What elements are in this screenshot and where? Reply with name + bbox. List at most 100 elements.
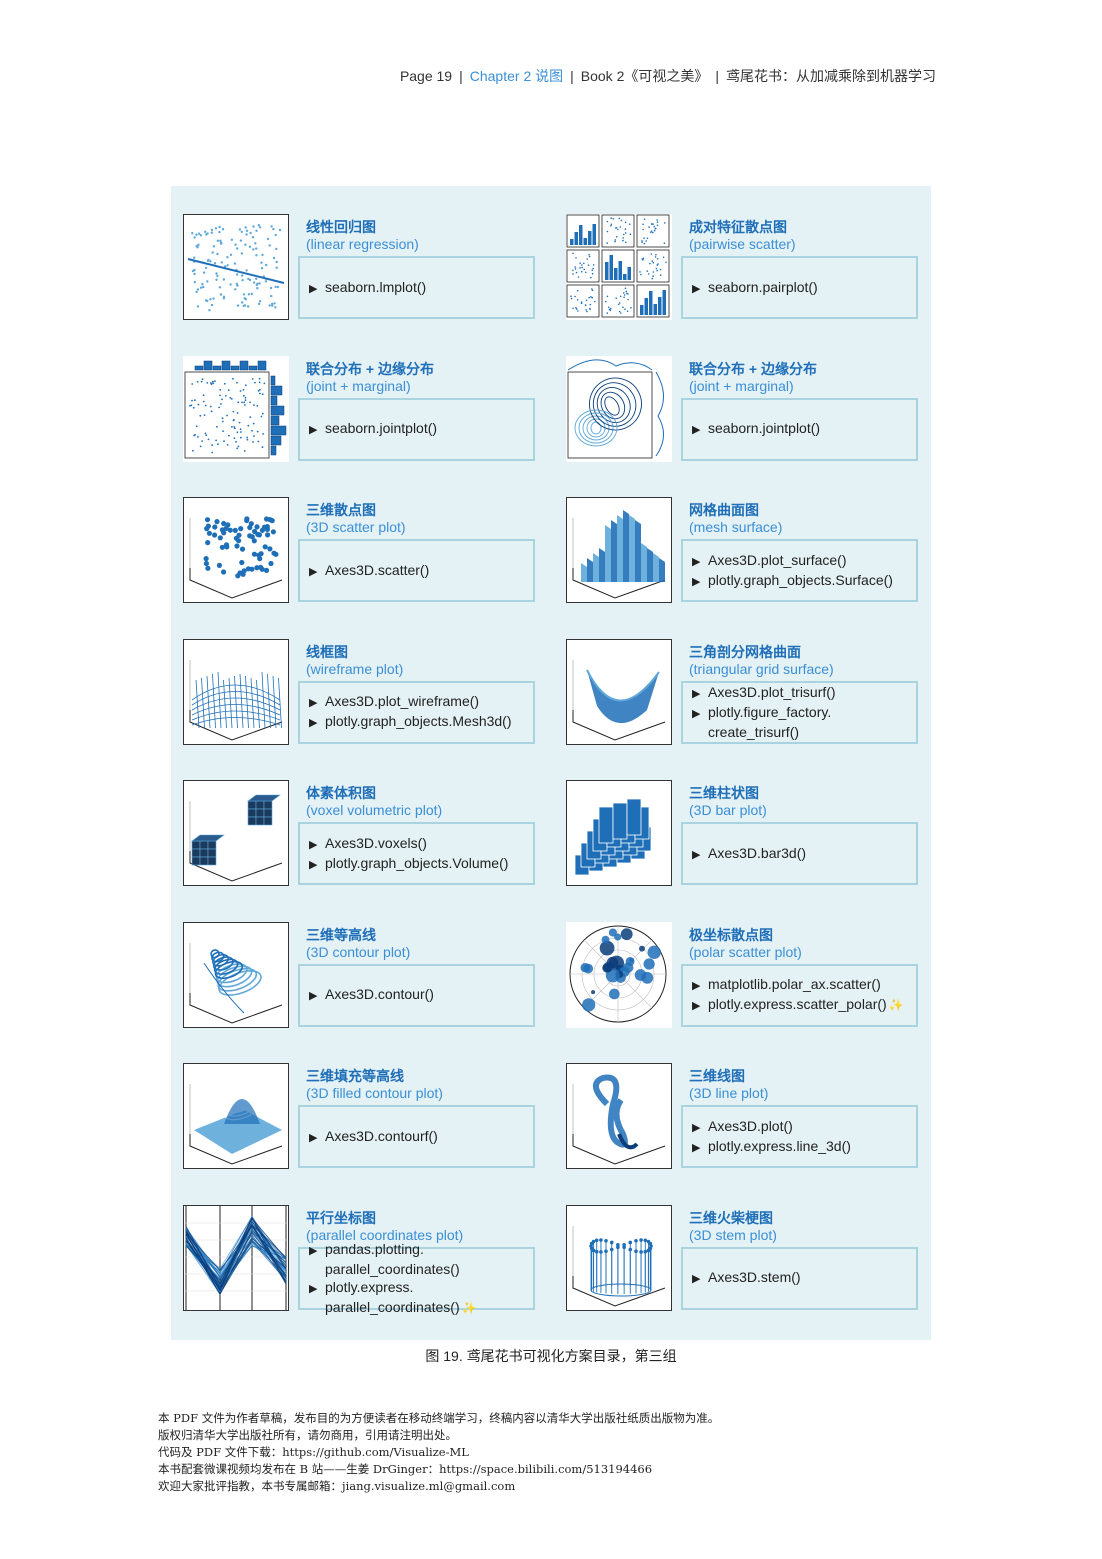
bullet-arrow-icon: ▶ bbox=[692, 282, 701, 295]
item-title-en: (3D stem plot) bbox=[689, 1226, 777, 1243]
footer-line[interactable]: 代码及 PDF 文件下载：https://github.com/Visualiz… bbox=[158, 1444, 719, 1461]
code-box: ▶ Axes3D.contour() bbox=[298, 963, 535, 1027]
item-title-zh: 三维线图 bbox=[689, 1068, 745, 1084]
catalog-item: 线性回归图 (linear regression) ▶ seaborn.lmplot(… bbox=[171, 186, 535, 320]
triangular-surface-icon bbox=[566, 638, 672, 745]
3d-contour-plot-icon bbox=[183, 921, 289, 1028]
code-text: pandas.plotting. bbox=[325, 1240, 424, 1257]
item-title-en: (joint + marginal) bbox=[689, 377, 794, 394]
catalog-item: 极坐标散点图 (polar scatter plot) ▶ matplotlib.po… bbox=[554, 894, 918, 1028]
code-box: ▶ Axes3D.contourf() bbox=[298, 1105, 535, 1168]
code-line: ▶ plotly.express.scatter_polar() ✨ bbox=[692, 995, 916, 1015]
footer-notes: 本 PDF 文件为作者草稿，发布目的为方便读者在移动终端学习，终稿内容以清华大学… bbox=[158, 1410, 719, 1495]
code-line: ▶ seaborn.pairplot() bbox=[692, 278, 916, 298]
pairwise-scatter-plot-icon bbox=[566, 214, 672, 320]
item-title-en: (joint + marginal) bbox=[306, 377, 411, 394]
joint-marginal-scatter-icon bbox=[183, 355, 289, 462]
item-title-zh: 三维柱状图 bbox=[689, 785, 759, 801]
code-line: ▶ plotly.express. bbox=[309, 1278, 533, 1298]
page-header: Page 19 | Chapter 2 说图 | Book 2《可视之美》 | 鸢尾花书：从… bbox=[399, 68, 936, 84]
sparkle-cursor-icon: ✨ bbox=[888, 998, 904, 1012]
code-text: seaborn.jointplot() bbox=[708, 420, 821, 436]
3d-bar-plot-icon bbox=[566, 780, 672, 886]
bullet-arrow-icon: ▶ bbox=[309, 717, 318, 729]
code-text: plotly.express. bbox=[325, 1278, 414, 1295]
linear-regression-plot-icon bbox=[183, 214, 289, 320]
code-line: ▶ seaborn.jointplot() bbox=[309, 419, 533, 439]
code-text: Axes3D.contour() bbox=[325, 986, 434, 1002]
code-text: parallel_coordinates() bbox=[325, 1298, 460, 1315]
item-title-en: (voxel volumetric plot) bbox=[306, 802, 443, 818]
code-line: ▶ Axes3D.plot_trisurf() bbox=[692, 683, 916, 703]
catalog-item: 三维等高线 (3D contour plot) ▶ Axes3D.contour() bbox=[171, 894, 535, 1028]
mesh-surface-icon bbox=[566, 497, 672, 603]
bullet-arrow-icon: ▶ bbox=[309, 282, 318, 295]
catalog-item: 网格曲面图 (mesh surface) ▶ Axes3D.plot_surface(… bbox=[554, 469, 918, 603]
code-line: ▶ plotly.graph_objects.Volume() bbox=[309, 854, 533, 874]
item-title-zh: 三维等高线 bbox=[306, 926, 376, 943]
code-line: parallel_coordinates() bbox=[309, 1260, 533, 1278]
item-title-zh: 体素体积图 bbox=[306, 785, 376, 801]
catalog-item: 联合分布 + 边缘分布 (joint + marginal) ▶ seaborn.jo… bbox=[171, 328, 535, 462]
item-title-zh: 网格曲面图 bbox=[689, 502, 759, 518]
bullet-arrow-icon: ▶ bbox=[692, 575, 701, 588]
sparkle-cursor-icon: ✨ bbox=[461, 1300, 477, 1315]
item-title-en: (3D bar plot) bbox=[689, 802, 767, 818]
code-line: ▶ seaborn.jointplot() bbox=[692, 419, 916, 439]
bullet-arrow-icon: ▶ bbox=[309, 990, 318, 1002]
code-line: ▶ plotly.figure_factory. bbox=[692, 703, 916, 723]
figure-caption: 图 19. 鸢尾花书可视化方案目录，第三组 bbox=[425, 1348, 677, 1364]
code-box: ▶ pandas.plotting. parallel_coordinates() ▶… bbox=[298, 1241, 535, 1315]
item-title-en: (wireframe plot) bbox=[306, 660, 404, 677]
catalog-item: 三维填充等高线 (3D filled contour plot) ▶ Axes3D.c… bbox=[171, 1035, 535, 1169]
bullet-arrow-icon: ▶ bbox=[309, 838, 318, 851]
joint-marginal-kde-icon bbox=[566, 355, 672, 462]
item-title-zh: 线框图 bbox=[306, 643, 348, 660]
code-text: seaborn.lmplot() bbox=[325, 278, 427, 295]
code-box: ▶ matplotlib.polar_ax.scatter() ▶ plotly.ex… bbox=[681, 963, 918, 1027]
code-text: Axes3D.contourf() bbox=[325, 1127, 438, 1144]
item-title-en: (3D scatter plot) bbox=[306, 519, 406, 535]
code-text: plotly.graph_objects.Surface() bbox=[708, 571, 893, 588]
book-title: Book 2《可视之美》 bbox=[580, 68, 709, 84]
code-text: plotly.express.line_3d() bbox=[708, 1137, 851, 1154]
code-line: ▶ Axes3D.plot_surface() bbox=[692, 551, 916, 571]
bullet-arrow-icon: ▶ bbox=[692, 980, 701, 992]
code-line: ▶ plotly.express.line_3d() bbox=[692, 1137, 916, 1157]
3d-line-plot-icon bbox=[566, 1063, 672, 1169]
code-text: plotly.express.scatter_polar() bbox=[708, 996, 887, 1012]
code-box: ▶ Axes3D.voxels() ▶ plotly.graph_objects.Vo… bbox=[298, 822, 535, 885]
bullet-arrow-icon: ▶ bbox=[309, 424, 318, 436]
code-line: ▶ Axes3D.plot() bbox=[692, 1117, 916, 1137]
code-text: Axes3D.voxels() bbox=[325, 834, 427, 851]
code-line: parallel_coordinates() ✨ bbox=[309, 1298, 533, 1317]
item-title-en: (3D line plot) bbox=[689, 1085, 769, 1101]
code-box: ▶ Axes3D.plot_surface() ▶ plotly.graph_obje… bbox=[681, 539, 918, 602]
code-text: create_trisurf() bbox=[708, 724, 800, 740]
item-title-zh: 联合分布 + 边缘分布 bbox=[689, 360, 817, 377]
3d-stem-plot-icon bbox=[566, 1204, 672, 1311]
code-text: Axes3D.scatter() bbox=[325, 561, 430, 578]
bullet-arrow-icon: ▶ bbox=[309, 858, 318, 871]
code-line: ▶ matplotlib.polar_ax.scatter() bbox=[692, 975, 916, 995]
item-title-en: (3D filled contour plot) bbox=[306, 1085, 443, 1101]
3d-filled-contour-icon bbox=[183, 1063, 289, 1169]
item-title-zh: 成对特征散点图 bbox=[689, 219, 787, 235]
chapter-link[interactable]: Chapter 2 说图 bbox=[470, 68, 563, 84]
bullet-arrow-icon: ▶ bbox=[309, 1131, 318, 1144]
code-text: Axes3D.plot_wireframe() bbox=[325, 693, 480, 709]
code-line: ▶ Axes3D.bar3d() bbox=[692, 844, 916, 864]
bullet-arrow-icon: ▶ bbox=[692, 708, 701, 720]
item-title-zh: 三维火柴梗图 bbox=[689, 1209, 773, 1226]
bullet-arrow-icon: ▶ bbox=[692, 424, 701, 436]
code-line: ▶ Axes3D.voxels() bbox=[309, 834, 533, 854]
code-text: Axes3D.plot() bbox=[708, 1117, 793, 1134]
catalog-item: 体素体积图 (voxel volumetric plot) ▶ Axes3D.voxe… bbox=[171, 752, 535, 886]
bullet-arrow-icon: ▶ bbox=[692, 688, 701, 700]
code-box: ▶ seaborn.jointplot() bbox=[681, 397, 918, 461]
footer-line[interactable]: 欢迎大家批评指教，本书专属邮箱：jiang.visualize.ml@gmail… bbox=[158, 1478, 719, 1495]
item-title-zh: 平行坐标图 bbox=[306, 1209, 376, 1226]
code-line: ▶ plotly.graph_objects.Surface() bbox=[692, 571, 916, 591]
code-box: ▶ Axes3D.plot_wireframe() ▶ plotly.graph_ob… bbox=[298, 680, 535, 744]
footer-line[interactable]: 本书配套微课视频均发布在 B 站——生姜 DrGinger：https://sp… bbox=[158, 1461, 719, 1478]
